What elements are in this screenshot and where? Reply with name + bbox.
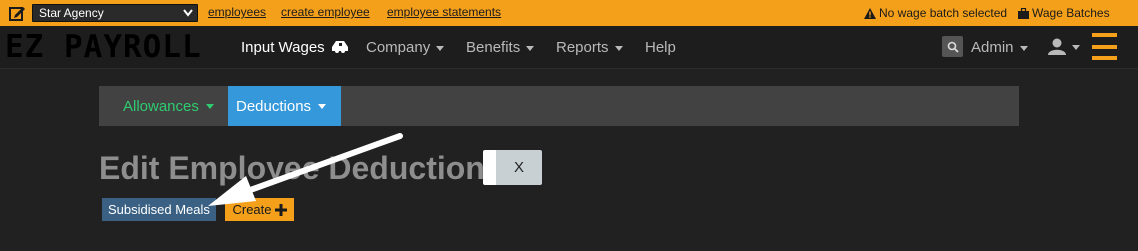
caret-down-icon <box>1072 44 1080 50</box>
wage-batch-status: No wage batch selected <box>864 6 1007 20</box>
nav-company[interactable]: Company <box>366 39 445 56</box>
nav-help[interactable]: Help <box>645 39 676 56</box>
user-menu[interactable] <box>1048 38 1080 55</box>
caret-down-icon <box>205 104 214 109</box>
nav-admin[interactable]: Admin <box>971 39 1028 56</box>
employee-statements-link[interactable]: employee statements <box>387 5 501 19</box>
warning-icon <box>864 7 876 19</box>
nav-input-wages-label: Input Wages <box>241 39 325 56</box>
search-icon <box>947 41 959 53</box>
main-navbar: EZ PAYROLL Input Wages Company Benefits … <box>0 26 1138 69</box>
close-button[interactable]: X <box>483 150 542 185</box>
sub-navbar: Allowances Deductions <box>99 86 1019 126</box>
deduction-item-button[interactable]: Subsidised Meals <box>102 198 216 221</box>
brand-logo[interactable]: EZ PAYROLL <box>5 30 202 64</box>
agency-select-value: Star Agency <box>39 6 104 20</box>
edit-icon[interactable] <box>9 5 26 21</box>
tab-deductions-label: Deductions <box>236 97 312 115</box>
truck-icon <box>331 41 348 53</box>
search-button[interactable] <box>942 36 963 57</box>
nav-reports-label: Reports <box>556 39 609 56</box>
create-employee-link[interactable]: create employee <box>281 5 370 19</box>
plus-icon <box>274 203 287 216</box>
hamburger-icon[interactable] <box>1092 33 1117 60</box>
nav-admin-label: Admin <box>971 39 1014 56</box>
nav-help-label: Help <box>645 39 676 56</box>
nav-company-label: Company <box>366 39 431 56</box>
tab-allowances[interactable]: Allowances <box>115 86 222 126</box>
nav-reports[interactable]: Reports <box>556 39 623 56</box>
wage-batches-link[interactable]: Wage Batches <box>1018 6 1110 20</box>
create-label: Create <box>232 202 272 217</box>
wage-batch-status-text: No wage batch selected <box>879 6 1008 20</box>
nav-benefits[interactable]: Benefits <box>466 39 535 56</box>
user-icon <box>1048 38 1066 55</box>
nav-benefits-label: Benefits <box>466 39 521 56</box>
chevron-down-icon <box>183 9 193 17</box>
tab-allowances-label: Allowances <box>123 97 199 115</box>
employees-link[interactable]: employees <box>208 5 266 19</box>
briefcase-icon <box>1018 7 1029 19</box>
wage-batches-label: Wage Batches <box>1032 6 1110 20</box>
caret-down-icon <box>318 104 327 109</box>
agency-select[interactable]: Star Agency <box>32 4 198 22</box>
page-title: Edit Employee Deductions <box>99 150 503 186</box>
caret-down-icon <box>436 45 445 51</box>
nav-input-wages[interactable]: Input Wages <box>241 39 349 56</box>
caret-down-icon <box>1019 45 1028 51</box>
tab-deductions[interactable]: Deductions <box>228 86 341 126</box>
caret-down-icon <box>614 45 623 51</box>
caret-down-icon <box>526 45 535 51</box>
top-bar: Star Agency employees create employee em… <box>0 0 1138 26</box>
create-deduction-button[interactable]: Create <box>225 198 294 221</box>
